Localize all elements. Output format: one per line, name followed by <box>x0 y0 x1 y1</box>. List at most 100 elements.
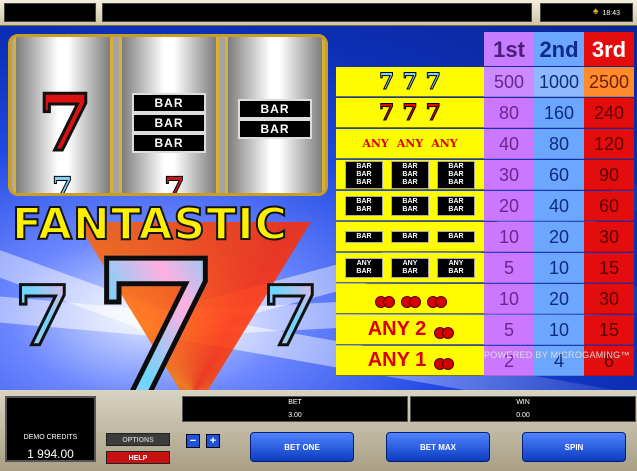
top-box-center <box>102 3 532 22</box>
bar-text: BAR <box>448 232 464 240</box>
bar-text: BAR <box>402 197 418 205</box>
payout-2-cell: 1000 <box>534 67 584 97</box>
bar-text: BAR <box>356 178 372 186</box>
payout-3-cell: 30 <box>584 222 634 252</box>
bar-text: BAR <box>356 197 372 205</box>
payout-3-cell: 90 <box>584 160 634 190</box>
any-label: ANY 2 <box>367 318 427 340</box>
payout-2-cell: 160 <box>534 98 584 128</box>
bar-text: BAR <box>448 178 464 186</box>
paytable-symbols: ANY 1 <box>336 346 484 376</box>
paytable-header-2nd: 2nd <box>534 32 584 66</box>
left-seven-decor: 7 <box>12 269 72 365</box>
payout-2-cell: 80 <box>534 129 584 159</box>
any-bar-icon: ANY BAR <box>391 257 429 278</box>
paytable-symbols: 777 <box>336 98 484 128</box>
payout-3-cell: 120 <box>584 129 634 159</box>
top-box-right: ♠ 18:43 <box>540 3 633 22</box>
paytable: 1st 2nd 3rd 7 7 7 500 1000 2500 7 7 7 80 160 240 ANY… <box>336 32 636 376</box>
top-bar: ♠ 18:43 <box>0 0 637 26</box>
center-seven-logo: 7 <box>90 233 224 390</box>
payout-2-cell: 60 <box>534 160 584 190</box>
blue-seven-icon: 7 <box>402 68 418 95</box>
red-seven-symbol: 7 <box>36 78 93 169</box>
blue-seven-symbol-partial: 7 <box>52 171 74 196</box>
payout-2-cell: 20 <box>534 284 584 314</box>
bar-text: BAR <box>356 162 372 170</box>
bar-icon: BAR BAR BAR <box>437 160 475 189</box>
bar-icon: BAR BAR <box>391 195 429 216</box>
bar-symbol: BAR <box>132 113 206 133</box>
spin-button[interactable]: SPIN <box>522 432 626 462</box>
paytable-header-1st: 1st <box>484 32 534 66</box>
bar-text: BAR <box>402 205 418 213</box>
paytable-row: ANY ANY ANY 40 80 120 <box>336 129 636 160</box>
any-text: ANY <box>402 259 418 267</box>
reel-1: 7 7 <box>13 37 113 193</box>
control-console: DEMO CREDITS 1 994.00 BET 3.00 WIN 0.00 … <box>0 390 637 471</box>
red-seven-icon: 7 <box>425 99 441 126</box>
payout-1-cell: 5 <box>484 315 534 345</box>
paytable-symbols: ANY ANY ANY <box>336 129 484 159</box>
payout-3-cell: 60 <box>584 191 634 221</box>
bar-text: BAR <box>402 178 418 186</box>
red-seven-icon: 7 <box>379 99 395 126</box>
payout-1-cell: 5 <box>484 253 534 283</box>
blue-seven-icon: 7 <box>379 68 395 95</box>
red-seven-symbol-partial: 7 <box>164 171 186 196</box>
any-text: ANY <box>356 259 372 267</box>
bar-icon: BAR BAR <box>437 195 475 216</box>
bet-value: 3.00 <box>288 412 302 419</box>
payout-3-cell: 15 <box>584 315 634 345</box>
powered-by: POWERED BY MICROGAMING™ <box>484 350 630 360</box>
clock: 18:43 <box>602 10 620 17</box>
help-button[interactable]: HELP <box>106 451 170 464</box>
paytable-row: 7 7 7 80 160 240 <box>336 98 636 129</box>
reel-2: BAR BAR BAR 7 <box>119 37 219 193</box>
bar-text: BAR <box>448 205 464 213</box>
top-box-left <box>4 3 96 22</box>
payout-1-cell: 10 <box>484 284 534 314</box>
paytable-row: BAR BAR BAR 10 20 30 <box>336 222 636 253</box>
cherry-icon <box>434 352 455 370</box>
payout-3-cell: 15 <box>584 253 634 283</box>
red-seven-icon: 7 <box>402 99 418 126</box>
credits-label: DEMO CREDITS <box>23 434 78 441</box>
options-button[interactable]: OPTIONS <box>106 433 170 446</box>
paytable-symbols <box>336 284 484 314</box>
payout-1-cell: 500 <box>484 67 534 97</box>
payout-2-cell: 20 <box>534 222 584 252</box>
bar-text: BAR <box>356 170 372 178</box>
cherry-icon <box>401 290 421 308</box>
bet-one-button[interactable]: BET ONE <box>250 432 354 462</box>
bar-icon: BAR <box>437 230 475 243</box>
bar-symbol: BAR <box>238 99 312 119</box>
paytable-row: ANY BAR ANY BAR ANY BAR 5 10 15 <box>336 253 636 284</box>
payout-1-cell: 30 <box>484 160 534 190</box>
bar-icon: BAR <box>345 230 383 243</box>
win-label: WIN <box>516 399 530 406</box>
bar-icon: BAR BAR <box>345 195 383 216</box>
blue-seven-icon: 7 <box>425 68 441 95</box>
bet-decrease-button[interactable]: − <box>186 434 200 448</box>
any-bar-icon: ANY BAR <box>437 257 475 278</box>
bar-text: BAR <box>448 197 464 205</box>
bar-symbol: BAR <box>132 93 206 113</box>
payout-2-cell: 10 <box>534 315 584 345</box>
bet-max-button[interactable]: BET MAX <box>386 432 490 462</box>
paytable-row: 10 20 30 <box>336 284 636 315</box>
bet-increase-button[interactable]: + <box>206 434 220 448</box>
reel-window[interactable]: 7 7 BAR BAR BAR 7 BAR BAR <box>8 34 328 196</box>
bar-text: BAR <box>448 170 464 178</box>
bar-symbol: BAR <box>132 133 206 153</box>
cherry-icon <box>434 321 455 339</box>
any-seven-icon: ANY <box>396 137 424 150</box>
bar-text: BAR <box>402 232 418 240</box>
win-display: WIN 0.00 <box>410 396 636 422</box>
bar-symbol: BAR <box>238 119 312 139</box>
credits-display: DEMO CREDITS 1 994.00 <box>5 396 96 462</box>
credits-value: 1 994.00 <box>27 447 74 461</box>
cherry-icon <box>427 290 447 308</box>
paytable-row: BAR BAR BAR BAR BAR BAR 20 40 60 <box>336 191 636 222</box>
bar-text: BAR <box>448 267 464 275</box>
